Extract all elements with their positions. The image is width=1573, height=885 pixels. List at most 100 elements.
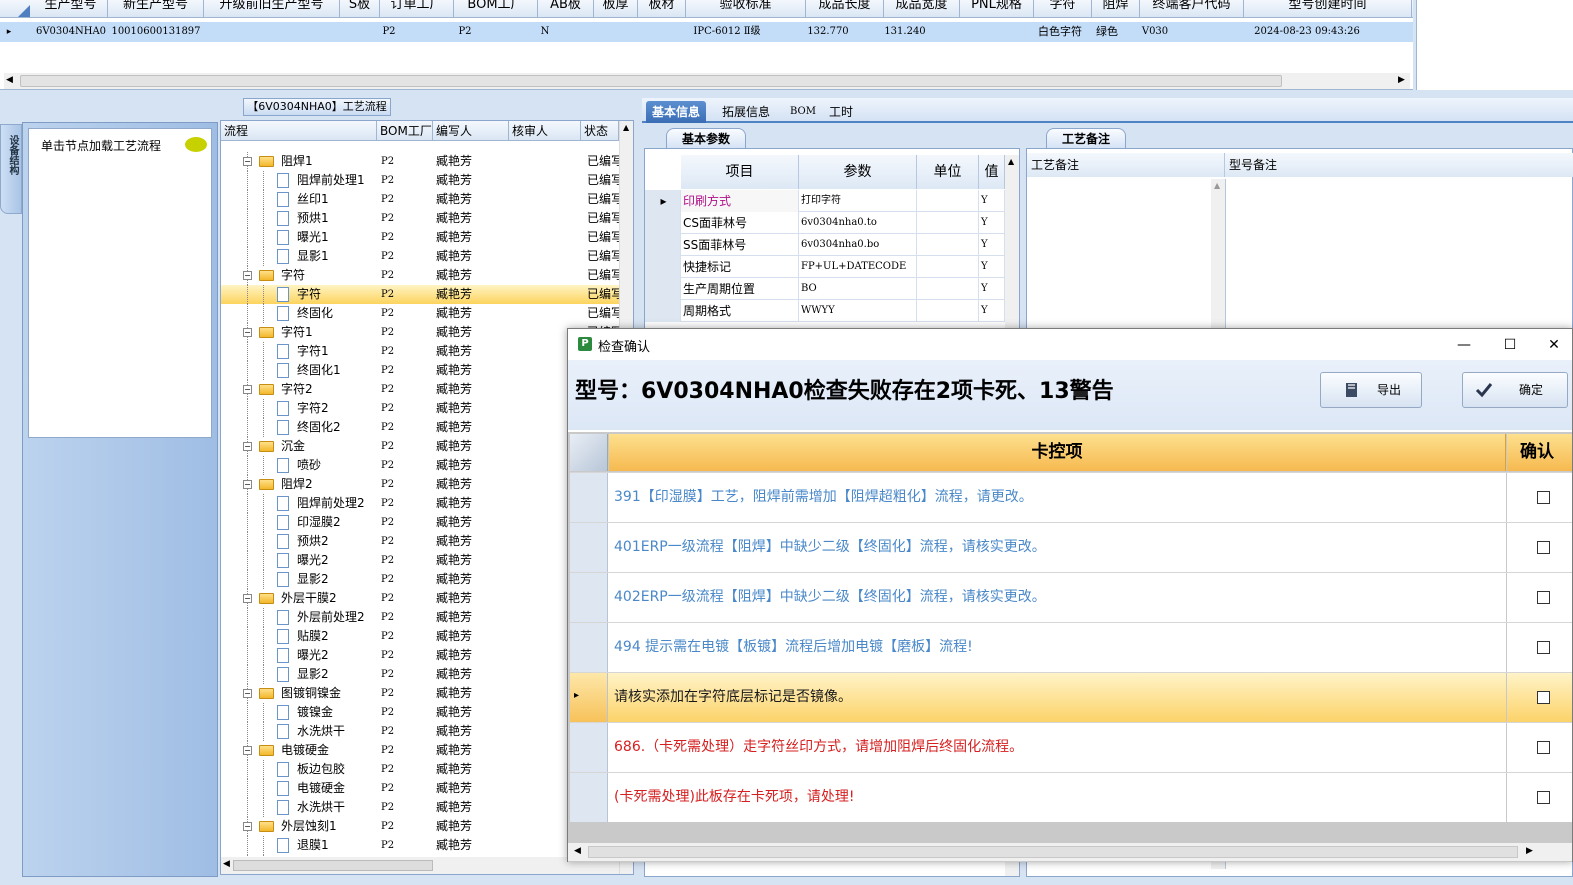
confirm-checkbox[interactable] xyxy=(1537,741,1550,754)
scrollbar-thumb[interactable] xyxy=(233,860,433,871)
col-header[interactable]: 字符 xyxy=(1034,0,1092,18)
tree-node[interactable]: 字符 P2 臧艳芳 已编写 xyxy=(221,285,619,304)
collapse-icon[interactable]: − xyxy=(243,480,252,489)
tree-node[interactable]: −字符1P2臧艳芳已编写 xyxy=(221,323,619,342)
row-header[interactable] xyxy=(645,278,681,300)
row-header[interactable] xyxy=(570,773,608,822)
tree-node[interactable]: 喷砂 P2 臧艳芳 xyxy=(221,456,619,475)
col-header[interactable]: 板厚 xyxy=(594,0,638,18)
close-icon[interactable]: ✕ xyxy=(1534,332,1573,358)
tree-node[interactable]: 曝光2 P2 臧艳芳 xyxy=(221,646,619,665)
collapse-icon[interactable]: − xyxy=(243,271,252,280)
collapse-icon[interactable]: − xyxy=(243,746,252,755)
confirm-checkbox[interactable] xyxy=(1537,641,1550,654)
tree-node[interactable]: 印湿膜2 P2 臧艳芳 xyxy=(221,513,619,532)
scroll-up-icon[interactable]: ▲ xyxy=(1008,157,1014,166)
tree-node[interactable]: 镀镍金 P2 臧艳芳 xyxy=(221,703,619,722)
table-row[interactable]: 快捷标记 FP+UL+DATECODE Y xyxy=(645,256,1005,278)
grid-corner[interactable] xyxy=(570,434,608,471)
param-value[interactable]: FP+UL+DATECODE xyxy=(799,256,917,278)
tree-node[interactable]: 预烘2 P2 臧艳芳 xyxy=(221,532,619,551)
tree-node[interactable]: 丝印1 P2 臧艳芳 已编写 xyxy=(221,190,619,209)
row-header[interactable]: ▸ xyxy=(645,190,681,212)
table-row[interactable]: 生产周期位置 BO Y xyxy=(645,278,1005,300)
check-item-row[interactable]: 686.（卡死需处理）走字符丝印方式，请增加阻焊后终固化流程。 xyxy=(570,722,1572,772)
table-row[interactable]: ▸ 6V0304NHA0 10010600131897 P2 P2 N IPC-… xyxy=(0,22,1413,42)
tree-node[interactable]: 阻焊前处理2 P2 臧艳芳 xyxy=(221,494,619,513)
col-header[interactable]: 工艺备注 xyxy=(1027,153,1225,177)
check-item-row[interactable]: (卡死需处理)此板存在卡死项，请处理! xyxy=(570,772,1572,822)
side-tab-device-structure[interactable]: 设备结构 xyxy=(0,124,22,214)
scrollbar-thumb[interactable] xyxy=(588,846,1518,858)
tree-node[interactable]: 终固化 P2 臧艳芳 已编写 xyxy=(221,304,619,323)
tree-node[interactable]: 显影2 P2 臧艳芳 xyxy=(221,570,619,589)
row-header[interactable] xyxy=(645,256,681,278)
col-header[interactable]: PNL规格 xyxy=(960,0,1034,18)
col-header[interactable]: AB板 xyxy=(538,0,594,18)
tree-node[interactable]: 水洗烘干 P2 臧艳芳 xyxy=(221,722,619,741)
param-value[interactable]: 6v0304nha0.to xyxy=(799,212,917,234)
tab-extended-info[interactable]: 拓展信息 xyxy=(716,101,776,123)
row-header[interactable] xyxy=(645,300,681,322)
row-header[interactable] xyxy=(570,473,608,522)
col-header[interactable]: 新生产型号 xyxy=(108,0,204,18)
collapse-icon[interactable]: − xyxy=(243,822,252,831)
scroll-up-icon[interactable]: ▲ xyxy=(1214,181,1220,190)
collapse-icon[interactable]: − xyxy=(243,385,252,394)
horizontal-scrollbar[interactable]: ◀ ▶ xyxy=(568,843,1572,861)
tree-node[interactable]: − 外层蚀刻1 P2 臧艳芳 xyxy=(221,817,619,836)
param-value[interactable]: 6v0304nha0.bo xyxy=(799,234,917,256)
col-header[interactable]: 编写人 xyxy=(433,121,509,141)
col-header[interactable]: 成品长度 xyxy=(806,0,884,18)
table-row[interactable]: 周期格式 WWYY Y xyxy=(645,300,1005,322)
tab-process-notes[interactable]: 工艺备注 xyxy=(1046,128,1126,148)
collapse-icon[interactable]: − xyxy=(243,442,252,451)
scroll-left-icon[interactable]: ◀ xyxy=(574,846,581,856)
check-item-row[interactable]: 391【印湿膜】工艺，阻焊前需增加【阻焊超粗化】流程，请更改。 xyxy=(570,472,1572,522)
col-header[interactable]: BOM工厂 xyxy=(454,0,538,18)
tree-node[interactable]: 预烘1 P2 臧艳芳 已编写 xyxy=(221,209,619,228)
col-header[interactable]: BOM工厂 xyxy=(377,121,433,141)
col-header[interactable]: 值 xyxy=(979,155,1005,189)
tree-node[interactable]: 字符2 P2 臧艳芳 xyxy=(221,399,619,418)
collapse-icon[interactable]: − xyxy=(243,689,252,698)
row-header[interactable] xyxy=(570,573,608,622)
tree-node[interactable]: 终固化2 P2 臧艳芳 xyxy=(221,418,619,437)
col-header[interactable]: 成品宽度 xyxy=(884,0,960,18)
check-item-row[interactable]: 494 提示需在电镀【板镀】流程后增加电镀【磨板】流程! xyxy=(570,622,1572,672)
confirm-checkbox[interactable] xyxy=(1537,691,1550,704)
col-header[interactable]: 参数 xyxy=(799,155,917,189)
col-header[interactable]: 验收标准 xyxy=(686,0,806,18)
row-header[interactable] xyxy=(570,523,608,572)
collapse-icon[interactable]: − xyxy=(243,157,252,166)
tab-hours[interactable]: 工时 xyxy=(823,101,859,123)
horizontal-scrollbar[interactable]: ◀ xyxy=(221,857,619,874)
tree-node[interactable]: − 电镀硬金 P2 臧艳芳 xyxy=(221,741,619,760)
tree-node[interactable]: 水洗烘干 P2 臧艳芳 xyxy=(221,798,619,817)
col-header[interactable]: 项目 xyxy=(681,155,799,189)
tree-node[interactable]: − 阻焊2 P2 臧艳芳 xyxy=(221,475,619,494)
check-item-row[interactable]: ▸ 请核实添加在字符底层标记是否镜像。 xyxy=(570,672,1572,722)
col-header[interactable]: 终端客户代码 xyxy=(1140,0,1244,18)
table-row[interactable]: ▸ 印刷方式 打印字符 Y xyxy=(645,190,1005,212)
check-item-row[interactable]: 402ERP一级流程【阻焊】中缺少二级【终固化】流程，请核实更改。 xyxy=(570,572,1572,622)
row-header[interactable] xyxy=(645,234,681,256)
export-button[interactable]: 导出 xyxy=(1320,372,1422,408)
param-value[interactable]: WWYY xyxy=(799,300,917,322)
table-row[interactable]: CS面菲林号 6v0304nha0.to Y xyxy=(645,212,1005,234)
tree-node[interactable]: 曝光2 P2 臧艳芳 xyxy=(221,551,619,570)
load-process-box[interactable]: 单击节点加载工艺流程 xyxy=(28,128,212,438)
collapse-icon[interactable]: − xyxy=(243,328,252,337)
scroll-right-icon[interactable]: ▶ xyxy=(1398,75,1405,85)
table-row[interactable]: SS面菲林号 6v0304nha0.bo Y xyxy=(645,234,1005,256)
tree-node[interactable]: 退膜1 P2 臧艳芳 xyxy=(221,836,619,855)
col-header[interactable]: 状态 xyxy=(581,121,619,141)
tab-basic-params[interactable]: 基本参数 xyxy=(666,128,746,148)
minimize-icon[interactable]: — xyxy=(1444,332,1484,358)
horizontal-scrollbar[interactable]: ◀ ▶ xyxy=(4,73,1410,89)
col-header[interactable]: S板 xyxy=(340,0,380,18)
col-header[interactable]: 流程 xyxy=(221,121,377,141)
col-header-control-item[interactable]: 卡控项 xyxy=(609,434,1506,471)
tree-node[interactable]: − 字符 P2 臧艳芳 已编写 xyxy=(221,266,619,285)
tree-node[interactable]: − 字符2 P2 臧艳芳 xyxy=(221,380,619,399)
